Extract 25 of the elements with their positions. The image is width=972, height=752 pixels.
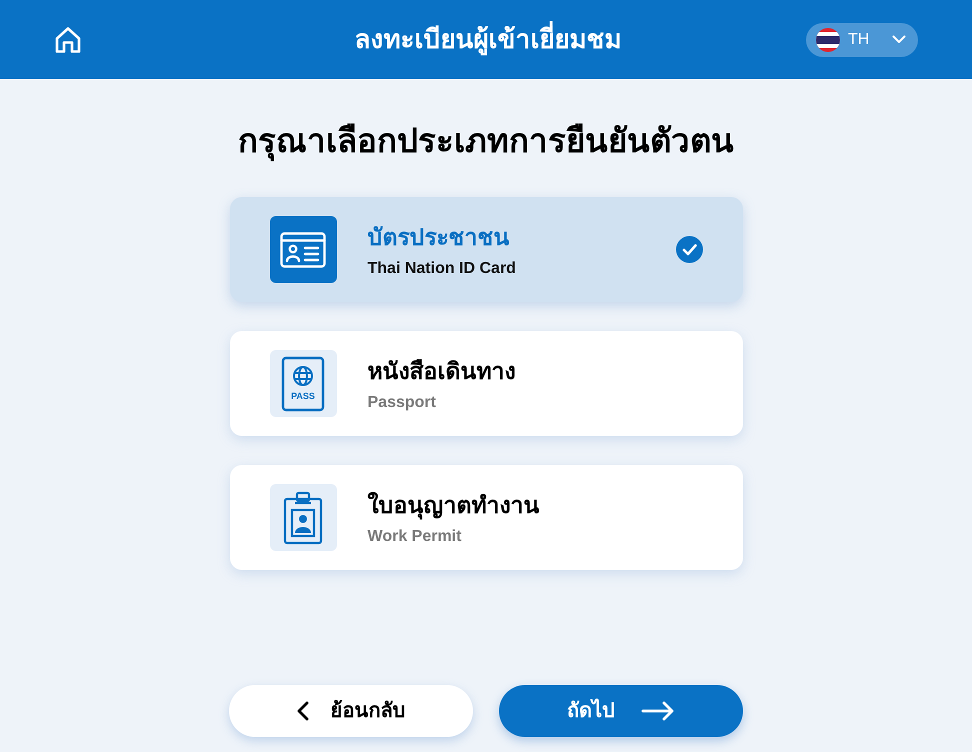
option-title: บัตรประชาชน	[368, 222, 510, 252]
home-icon[interactable]	[54, 26, 82, 54]
option-subtitle: Work Permit	[368, 526, 462, 546]
option-subtitle: Thai Nation ID Card	[368, 258, 517, 278]
back-button[interactable]: ย้อนกลับ	[229, 685, 473, 737]
id-type-option[interactable]: PASS หนังสือเดินทาง Passport	[230, 331, 742, 436]
check-icon	[676, 236, 702, 263]
chevron-left-icon	[296, 701, 308, 721]
page-title: ลงทะเบียนผู้เข้าเยี่ยมชม	[170, 20, 806, 59]
next-button[interactable]: ถัดไป	[499, 685, 743, 737]
option-subtitle: Passport	[368, 392, 437, 412]
badge-icon	[270, 484, 336, 551]
option-title: หนังสือเดินทาง	[368, 356, 516, 386]
back-label: ย้อนกลับ	[330, 698, 406, 724]
passport-icon: PASS	[270, 350, 336, 417]
id-type-option[interactable]: ใบอนุญาตทำงาน Work Permit	[230, 465, 742, 570]
arrow-right-icon	[641, 701, 675, 721]
option-title: ใบอนุญาตทำงาน	[368, 490, 540, 520]
instruction-heading: กรุณาเลือกประเภทการยืนยันตัวตน	[238, 119, 734, 163]
chevron-down-icon	[892, 35, 906, 44]
next-label: ถัดไป	[567, 698, 615, 724]
id-card-icon	[270, 216, 336, 283]
language-code: TH	[848, 30, 870, 50]
flag-icon	[816, 28, 840, 52]
id-type-option[interactable]: บัตรประชาชน Thai Nation ID Card	[230, 197, 742, 302]
